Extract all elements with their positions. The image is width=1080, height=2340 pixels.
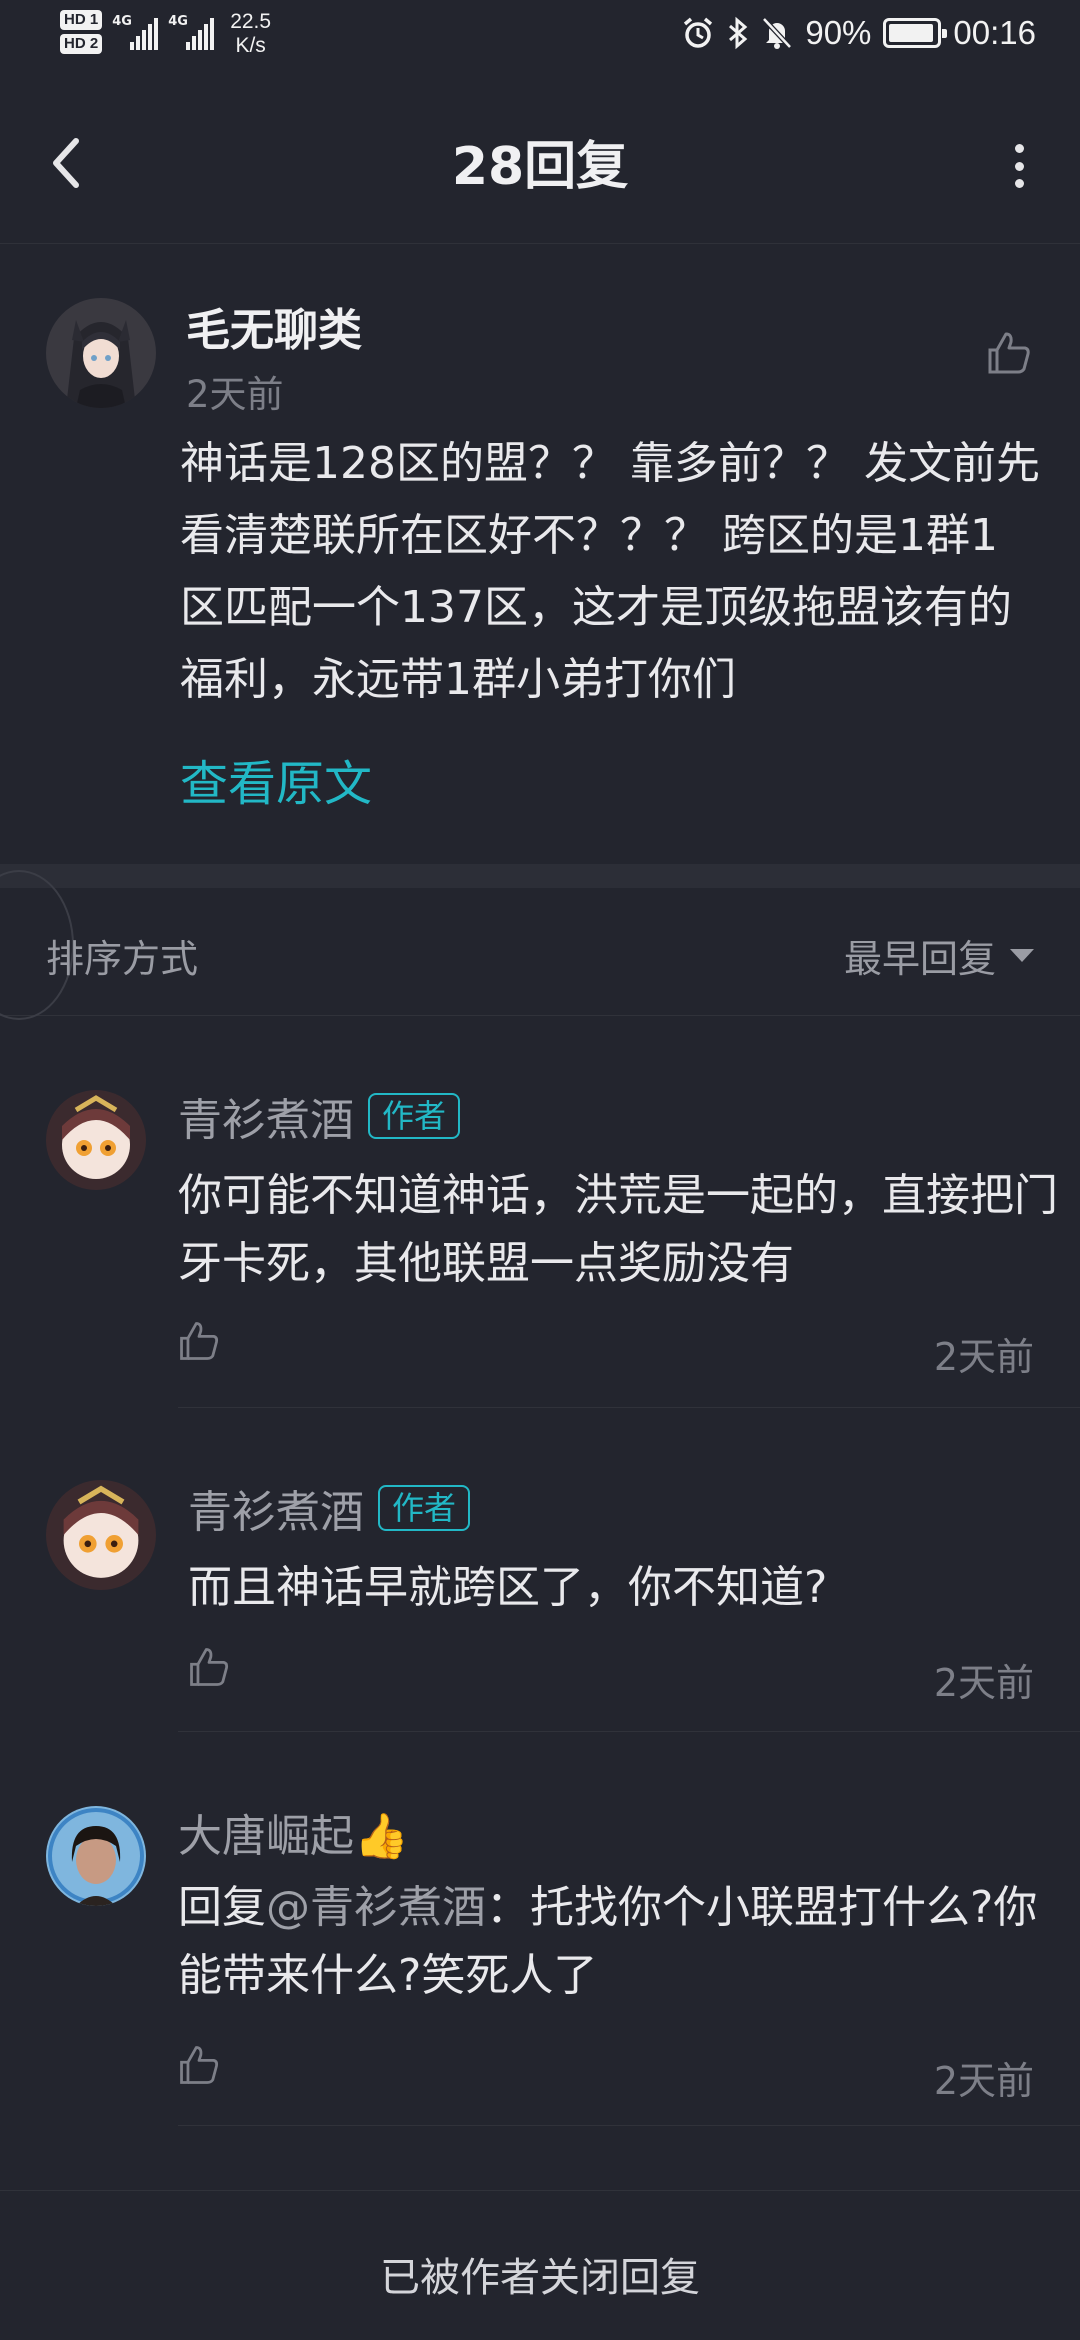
reply-body[interactable]: 你可能不知道神话，洪荒是一起的，直接把门牙卡死，其他联盟一点奖励没有 (178, 1162, 1078, 1298)
network-speed-value: 22.5 (230, 10, 272, 33)
chibi-avatar-icon (46, 1090, 146, 1190)
reply-author: 青衫煮酒 作者 (188, 1476, 471, 1540)
view-original-link[interactable]: 查看原文 (180, 744, 372, 814)
author-badge: 作者 (378, 1485, 471, 1531)
post-like-button[interactable] (984, 328, 1034, 378)
sort-label: 排序方式 (46, 937, 199, 981)
reply-author-name[interactable]: 大唐崛起👍 (178, 1800, 409, 1864)
thumbs-up-icon (180, 2046, 219, 2084)
replies-closed-notice: 已被作者关闭回复 (380, 2255, 700, 2301)
anime-girl-avatar-icon (46, 298, 156, 408)
reply-author: 大唐崛起👍 (178, 1800, 409, 1864)
status-left: HD 1 HD 2 4G 4G 22.5 K/s (60, 10, 271, 58)
reply-body[interactable]: 而且神话早就跨区了，你不知道? (188, 1554, 1080, 1622)
reply-author-name[interactable]: 青衫煮酒 (188, 1476, 364, 1540)
reply-item: 青衫煮酒 作者 你可能不知道神话，洪荒是一起的，直接把门牙卡死，其他联盟一点奖励… (0, 1016, 1080, 1408)
more-options-button[interactable] (1004, 136, 1034, 196)
mute-bell-icon (762, 17, 793, 49)
reply-time: 2天前 (933, 1335, 1034, 1379)
reply-avatar[interactable] (46, 1480, 156, 1590)
network-type-2: 4G (168, 14, 188, 29)
caret-down-icon (1010, 949, 1034, 962)
network-speed-unit: K/s (235, 34, 266, 57)
reply-like-button[interactable] (186, 1644, 236, 1694)
hd-indicators: HD 1 HD 2 (60, 10, 103, 54)
hd2-indicator: HD 2 (60, 34, 103, 54)
reply-author-name[interactable]: 青衫煮酒 (178, 1084, 354, 1148)
thumbs-up-icon (988, 332, 1030, 374)
battery-percent: 90% (805, 14, 872, 51)
network-speed: 22.5 K/s (230, 10, 271, 58)
reply-time: 2天前 (933, 1661, 1034, 1705)
signal-icon-2: 4G (168, 10, 215, 50)
hd1-indicator: HD 1 (60, 10, 103, 30)
more-dot-icon (1014, 161, 1024, 171)
reply-avatar[interactable] (46, 1806, 146, 1906)
network-type-1: 4G (112, 14, 132, 29)
sort-dropdown[interactable]: 最早回复 (844, 928, 1034, 983)
sort-selected-value: 最早回复 (843, 937, 996, 981)
reply-item: 青衫煮酒 作者 而且神话早就跨区了，你不知道? 2天前 (0, 1408, 1080, 1732)
nav-bar: 28回复 (0, 88, 1080, 244)
page-title: 28回复 (451, 137, 629, 197)
mention-link[interactable]: @青衫煮酒 (266, 1882, 486, 1933)
reply-like-button[interactable] (176, 1318, 226, 1368)
reply-item: 大唐崛起👍 回复@青衫煮酒：托找你个小联盟打什么?你能带来什么?笑死人了 2天前 (0, 1732, 1080, 2126)
bluetooth-icon (729, 16, 748, 50)
post-author-avatar[interactable] (46, 298, 156, 408)
original-post: 毛无聊类 2天前 神话是128区的盟？？ 靠多前？？ 发文前先看清楚联所在区好不… (0, 244, 1080, 864)
section-divider (0, 864, 1080, 888)
reply-prefix: 回复 (178, 1882, 266, 1933)
reply-divider (178, 2125, 1080, 2126)
clock: 00:16 (953, 14, 1036, 51)
status-right: 90% 00:16 (681, 14, 1036, 52)
girl-photo-avatar-icon (46, 1806, 146, 1906)
reply-like-button[interactable] (176, 2042, 226, 2092)
battery-icon (883, 18, 948, 48)
footer-bar: 已被作者关闭回复 (0, 2190, 1080, 2340)
reply-time: 2天前 (933, 2059, 1034, 2103)
post-author-name[interactable]: 毛无聊类 (186, 294, 362, 358)
thumbs-up-icon (190, 1648, 229, 1686)
reply-avatar[interactable] (46, 1090, 146, 1190)
chibi-avatar-icon (46, 1480, 156, 1590)
alarm-icon (684, 17, 713, 48)
thumbs-up-icon (180, 1322, 219, 1360)
status-bar: HD 1 HD 2 4G 4G 22.5 K/s 90% 00:16 (0, 0, 1080, 72)
author-badge: 作者 (368, 1093, 461, 1139)
more-dot-icon (1014, 144, 1024, 153)
signal-icon-1: 4G (112, 10, 159, 50)
reply-author: 青衫煮酒 作者 (178, 1084, 461, 1148)
post-time: 2天前 (186, 373, 284, 416)
post-body: 神话是128区的盟？？ 靠多前？？ 发文前先看清楚联所在区好不？？？ 跨区的是1… (180, 438, 1040, 705)
reply-body[interactable]: 回复@青衫煮酒：托找你个小联盟打什么?你能带来什么?笑死人了 (178, 1874, 1078, 2010)
sort-bar: 排序方式 最早回复 (0, 870, 1080, 1020)
more-dot-icon (1014, 179, 1024, 188)
